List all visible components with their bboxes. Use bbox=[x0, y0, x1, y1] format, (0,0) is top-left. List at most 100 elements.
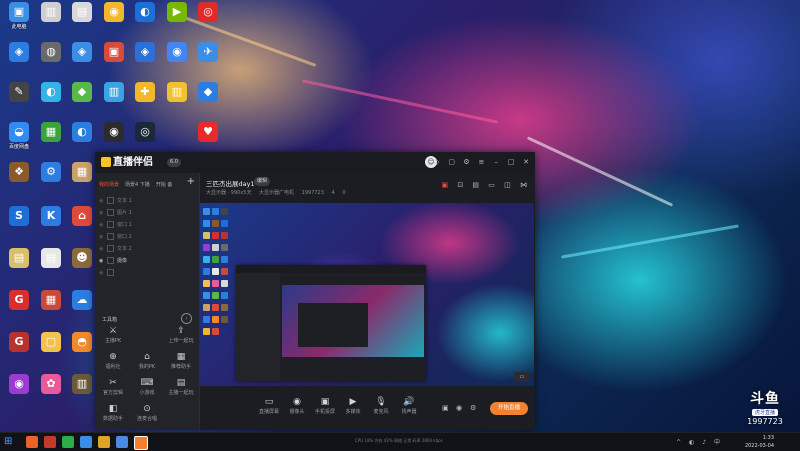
maximize-icon[interactable]: □ bbox=[506, 156, 516, 169]
meta-category[interactable]: 大显示器 · 990x5天 bbox=[206, 190, 251, 196]
title-bar[interactable]: 直播伴侣 6.0 ☺ ◇ ▢ ⚙ ≡ – □ ✕ bbox=[95, 152, 535, 174]
desktop-icon-d35[interactable]: ◐ bbox=[130, 2, 160, 32]
toolbox-more-icon[interactable]: › bbox=[181, 313, 192, 324]
tool-upload[interactable]: ⇪ 上传一起玩 bbox=[165, 325, 197, 351]
desktop-icon-d08[interactable]: G bbox=[4, 290, 34, 320]
scene-source-item[interactable]: ◉ 窗口 2 bbox=[99, 231, 195, 243]
screen-capture-button[interactable]: ▭ 直播屏幕 bbox=[256, 396, 282, 415]
desktop-icon-d17[interactable]: ▤ bbox=[36, 248, 66, 278]
desktop-icon-d28[interactable]: ☁ bbox=[67, 290, 97, 320]
tray-network-icon[interactable]: ◐ bbox=[689, 439, 694, 446]
desktop-icon-d22[interactable]: ◈ bbox=[67, 42, 97, 72]
scene-source-item[interactable]: ◉ bbox=[99, 267, 195, 279]
chat-icon[interactable]: ▤ bbox=[472, 181, 479, 189]
menu-icon[interactable]: ≡ bbox=[476, 156, 486, 169]
source-checkbox[interactable] bbox=[107, 233, 114, 240]
taskbar-app-folder-icon[interactable] bbox=[98, 436, 110, 448]
desktop-icon-d26[interactable]: ⌂ bbox=[67, 206, 97, 236]
record-icon[interactable]: ▣ bbox=[442, 404, 449, 412]
tab-my-scenes[interactable]: 我的场景 bbox=[99, 182, 119, 188]
visibility-eye-icon[interactable]: ◉ bbox=[99, 231, 105, 243]
tool-chorus[interactable]: ⊙ 连麦合唱 bbox=[131, 403, 163, 429]
source-checkbox[interactable] bbox=[107, 209, 114, 216]
desktop-icon-d36[interactable]: ◈ bbox=[130, 42, 160, 72]
desktop-icon-d23[interactable]: ◆ bbox=[67, 82, 97, 112]
desktop-icon-d06[interactable]: S bbox=[4, 206, 34, 236]
desktop-icon-d38[interactable]: ◎ bbox=[130, 122, 160, 152]
desktop-icon-d30[interactable]: ▥ bbox=[67, 374, 97, 404]
taskbar-app-red-icon[interactable] bbox=[44, 436, 56, 448]
tool-play-together[interactable]: ▤ 主播一起玩 bbox=[165, 377, 197, 403]
desktop-icon-d27[interactable]: ☻ bbox=[67, 248, 97, 278]
desktop-icon-d34[interactable]: ◉ bbox=[99, 122, 129, 152]
source-checkbox[interactable] bbox=[107, 257, 114, 264]
desktop-icon-d05[interactable]: ❖ bbox=[4, 162, 34, 192]
tool-my-pk[interactable]: ⌂ 我的PK bbox=[131, 351, 163, 377]
desktop-icon-d29[interactable]: ◓ bbox=[67, 332, 97, 362]
desktop-icon-d42[interactable]: ◎ bbox=[193, 2, 223, 32]
tool-welfare[interactable]: ⊕ 福利社 bbox=[97, 351, 129, 377]
taskbar-app-wechat-icon[interactable] bbox=[62, 436, 74, 448]
desktop-icon-d19[interactable]: ▢ bbox=[36, 332, 66, 362]
desktop-icon-d14[interactable]: ▦ bbox=[36, 122, 66, 152]
desktop-icon-d24[interactable]: ◐ bbox=[67, 122, 97, 152]
camera-button[interactable]: ◉ 摄像头 bbox=[284, 396, 310, 415]
minimize-icon[interactable]: – bbox=[491, 156, 501, 169]
visibility-eye-icon[interactable]: ◉ bbox=[99, 195, 105, 207]
tool-minigame[interactable]: ⌨ 小游戏 bbox=[131, 377, 163, 403]
taskbar-app-live-icon[interactable] bbox=[134, 436, 148, 450]
desktop-icon-d37[interactable]: ✚ bbox=[130, 82, 160, 112]
desktop-icon-d18[interactable]: ▦ bbox=[36, 290, 66, 320]
desktop-icon-d44[interactable]: ◆ bbox=[193, 82, 223, 112]
source-checkbox[interactable] bbox=[107, 245, 114, 252]
tool-helper[interactable]: ▦ 推荐助手 bbox=[165, 351, 197, 377]
desktop-icon-d10[interactable]: ◉ bbox=[4, 374, 34, 404]
desktop-icon-d25[interactable]: ▦ bbox=[67, 162, 97, 192]
tool-data-helper[interactable]: ◧ 数据助手 bbox=[97, 403, 129, 429]
desktop-icon-d39[interactable]: ▶ bbox=[162, 2, 192, 32]
desktop-icon-d16[interactable]: K bbox=[36, 206, 66, 236]
desktop-icon-d20[interactable]: ✿ bbox=[36, 374, 66, 404]
desktop-icon-d40[interactable]: ◉ bbox=[162, 42, 192, 72]
visibility-eye-icon[interactable]: ◉ bbox=[99, 219, 105, 231]
tool-pk[interactable]: ⚔ 主播PK bbox=[97, 325, 129, 351]
screen-icon[interactable]: ▭ bbox=[488, 181, 495, 189]
visibility-eye-icon[interactable]: ◉ bbox=[99, 243, 105, 255]
visibility-eye-icon[interactable]: ◉ bbox=[99, 207, 105, 219]
desktop-icon-d11[interactable]: ▥ bbox=[36, 2, 66, 32]
taskbar-app-office-icon[interactable] bbox=[26, 436, 38, 448]
scene-source-item[interactable]: ◉ 文本 2 bbox=[99, 243, 195, 255]
taskbar-app-blue-icon[interactable] bbox=[80, 436, 92, 448]
phone-cast-button[interactable]: ▣ 手机投屏 bbox=[312, 396, 338, 415]
gift-icon[interactable]: ▣ bbox=[441, 181, 448, 189]
preview-toggle-button[interactable]: ▭ bbox=[514, 372, 530, 382]
source-checkbox[interactable] bbox=[107, 197, 114, 204]
desktop-icon-d02[interactable]: ◈ bbox=[4, 42, 34, 72]
desktop-icon-d15[interactable]: ⚙ bbox=[36, 162, 66, 192]
desktop-icon-d13[interactable]: ◐ bbox=[36, 82, 66, 112]
live-preview[interactable]: ▭ bbox=[200, 203, 534, 386]
desktop-icon-d04[interactable]: ◒ 百度网盘 bbox=[4, 122, 34, 152]
desktop-icon-d33[interactable]: ▥ bbox=[99, 82, 129, 112]
gear-icon[interactable]: ⚙ bbox=[470, 404, 476, 412]
visibility-eye-icon[interactable]: ◉ bbox=[99, 255, 105, 267]
eye-icon[interactable]: ◉ bbox=[456, 404, 462, 412]
skin-icon[interactable]: ◇ bbox=[432, 156, 442, 169]
edit-title-badge[interactable]: 编辑 bbox=[254, 177, 271, 186]
tray-up-icon[interactable]: ^ bbox=[676, 439, 681, 446]
settings-icon[interactable]: ⚙ bbox=[462, 156, 472, 169]
scene-source-item[interactable]: ◉ 摄像 bbox=[99, 255, 195, 267]
scene-source-item[interactable]: ◉ 图片 1 bbox=[99, 207, 195, 219]
desktop-icon-d45[interactable]: ♥ bbox=[193, 122, 223, 152]
version-badge[interactable]: 6.0 bbox=[167, 158, 181, 167]
mic-button[interactable]: 🎙 麦克风 bbox=[368, 396, 394, 415]
taskbar-app-browser-icon[interactable] bbox=[116, 436, 128, 448]
desktop-icon-d31[interactable]: ◉ bbox=[99, 2, 129, 32]
source-checkbox[interactable] bbox=[107, 269, 114, 276]
stream-title[interactable]: 三匹杰出展day1 bbox=[206, 178, 255, 188]
tool-clip[interactable]: ✂ 官方剪辑 bbox=[97, 377, 129, 403]
desktop-icon-d43[interactable]: ✈ bbox=[193, 42, 223, 72]
desktop-icon-d03[interactable]: ✎ bbox=[4, 82, 34, 112]
go-live-button[interactable]: 开始直播 bbox=[490, 402, 528, 415]
desktop-icon-d07[interactable]: ▤ bbox=[4, 248, 34, 278]
